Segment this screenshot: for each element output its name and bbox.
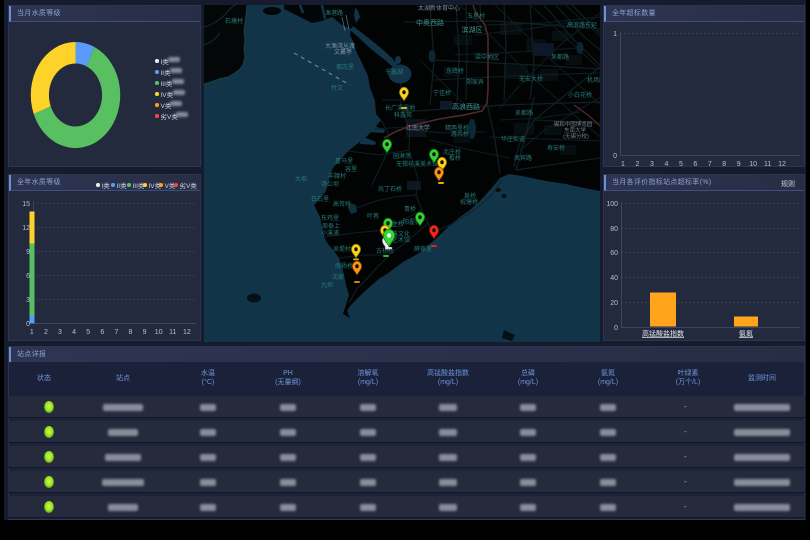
svg-text:高浪路东延: 高浪路东延 bbox=[567, 21, 597, 29]
svg-text:薛家里: 薛家里 bbox=[414, 245, 432, 253]
svg-text:1: 1 bbox=[613, 31, 617, 38]
svg-text:祝塘桥: 祝塘桥 bbox=[460, 198, 478, 206]
svg-text:吴堤村: 吴堤村 bbox=[333, 245, 351, 253]
svg-text:10: 10 bbox=[155, 329, 163, 336]
svg-text:11: 11 bbox=[169, 329, 176, 336]
svg-text:氨氮: 氨氮 bbox=[739, 329, 753, 338]
svg-text:尚丁石桥: 尚丁石桥 bbox=[378, 185, 402, 193]
svg-text:园淋荡: 园淋荡 bbox=[393, 152, 411, 160]
svg-text:6: 6 bbox=[100, 329, 104, 336]
svg-text:竹文: 竹文 bbox=[331, 84, 343, 92]
svg-text:凤宾路: 凤宾路 bbox=[514, 154, 532, 162]
svg-text:8: 8 bbox=[722, 161, 726, 167]
svg-text:3: 3 bbox=[650, 161, 654, 167]
svg-text:太湖新体育中心: 太湖新体育中心 bbox=[418, 5, 460, 12]
svg-text:渔港路: 渔港路 bbox=[325, 9, 343, 17]
svg-text:锡和中国博览园: 锡和中国博览园 bbox=[554, 120, 593, 128]
svg-text:白石里: 白石里 bbox=[311, 195, 329, 203]
svg-text:高苛岭: 高苛岭 bbox=[333, 200, 351, 208]
svg-text:3: 3 bbox=[58, 329, 62, 336]
svg-text:4: 4 bbox=[664, 161, 668, 167]
svg-text:12: 12 bbox=[22, 225, 30, 232]
svg-text:吴都路: 吴都路 bbox=[515, 109, 533, 117]
svg-text:20: 20 bbox=[610, 300, 618, 307]
svg-text:2: 2 bbox=[636, 161, 640, 167]
svg-text:大渔湾丛渡: 大渔湾丛渡 bbox=[325, 42, 355, 50]
svg-text:东鸡里: 东鸡里 bbox=[321, 214, 339, 222]
svg-text:40: 40 bbox=[610, 275, 618, 282]
svg-text:9: 9 bbox=[737, 161, 741, 167]
svg-text:长广溪湿地: 长广溪湿地 bbox=[385, 104, 415, 112]
svg-text:4: 4 bbox=[72, 329, 76, 336]
svg-text:滨湖区: 滨湖区 bbox=[462, 25, 483, 34]
svg-text:无安大桥: 无安大桥 bbox=[519, 75, 543, 83]
svg-text:0: 0 bbox=[613, 153, 617, 160]
svg-text:宁佳桥: 宁佳桥 bbox=[433, 89, 451, 97]
svg-text:叶巷: 叶巷 bbox=[367, 212, 379, 220]
svg-text:高锰酸盐指数: 高锰酸盐指数 bbox=[642, 329, 684, 338]
svg-text:江南大学: 江南大学 bbox=[406, 124, 430, 132]
svg-text:5: 5 bbox=[679, 161, 683, 167]
svg-text:3: 3 bbox=[26, 297, 30, 304]
svg-text:寿安桥: 寿安桥 bbox=[547, 144, 565, 152]
svg-text:中奥西路: 中奥西路 bbox=[416, 18, 444, 27]
svg-text:12: 12 bbox=[778, 161, 786, 167]
svg-text:石塘村: 石塘村 bbox=[225, 17, 243, 25]
svg-text:2: 2 bbox=[44, 329, 48, 336]
svg-text:羊腰村: 羊腰村 bbox=[328, 172, 346, 180]
svg-text:7: 7 bbox=[114, 329, 118, 336]
svg-text:12: 12 bbox=[183, 329, 191, 336]
svg-text:重马里: 重马里 bbox=[335, 157, 353, 165]
svg-text:郑家弄: 郑家弄 bbox=[466, 78, 484, 86]
svg-text:6: 6 bbox=[693, 161, 697, 167]
svg-text:9: 9 bbox=[26, 249, 30, 256]
svg-text:千鑫湖: 千鑫湖 bbox=[385, 68, 403, 76]
svg-text:6: 6 bbox=[26, 273, 30, 280]
svg-text:北庄桥: 北庄桥 bbox=[443, 148, 461, 156]
svg-text:机场路: 机场路 bbox=[587, 76, 600, 84]
svg-text:10: 10 bbox=[749, 161, 757, 167]
svg-text:1: 1 bbox=[30, 329, 34, 336]
svg-text:0: 0 bbox=[26, 321, 30, 328]
svg-text:惠兵桥: 惠兵桥 bbox=[451, 130, 469, 138]
svg-text:小溪浦: 小溪浦 bbox=[321, 229, 339, 237]
svg-text:无锡桂溪美术馆: 无锡桂溪美术馆 bbox=[396, 160, 438, 168]
svg-text:7: 7 bbox=[708, 161, 712, 167]
svg-text:容里: 容里 bbox=[345, 165, 357, 173]
svg-text:泉桥: 泉桥 bbox=[464, 192, 476, 200]
svg-text:15: 15 bbox=[22, 201, 30, 208]
svg-text:汤公坝: 汤公坝 bbox=[321, 180, 339, 188]
svg-text:科鑫苑: 科鑫苑 bbox=[394, 111, 412, 119]
svg-text:精两里桥: 精两里桥 bbox=[445, 124, 469, 132]
svg-text:东南大学: 东南大学 bbox=[564, 126, 587, 134]
svg-text:8: 8 bbox=[129, 329, 133, 336]
svg-text:佃志里: 佃志里 bbox=[336, 63, 354, 71]
svg-text:南杨桥: 南杨桥 bbox=[335, 262, 353, 270]
svg-text:华庄街道: 华庄街道 bbox=[501, 135, 525, 143]
svg-text:11: 11 bbox=[764, 161, 771, 167]
svg-text:小白花桥: 小白花桥 bbox=[568, 91, 592, 99]
svg-text:吴都路: 吴都路 bbox=[551, 53, 569, 61]
svg-text:9: 9 bbox=[143, 329, 147, 336]
svg-text:60: 60 bbox=[610, 250, 618, 257]
svg-text:板桥: 板桥 bbox=[449, 154, 461, 162]
svg-text:青桥: 青桥 bbox=[404, 205, 416, 213]
svg-text:(无锡分校): (无锡分校) bbox=[563, 132, 589, 140]
svg-text:1: 1 bbox=[621, 161, 625, 167]
svg-text:高浪西路: 高浪西路 bbox=[452, 102, 480, 111]
svg-text:梁中地区: 梁中地区 bbox=[475, 53, 499, 61]
svg-text:80: 80 bbox=[610, 226, 618, 233]
svg-text:100: 100 bbox=[606, 201, 618, 208]
svg-text:0: 0 bbox=[614, 325, 618, 332]
svg-text:文襄亭: 文襄亭 bbox=[334, 48, 352, 56]
svg-text:周泰上: 周泰上 bbox=[322, 222, 340, 230]
svg-text:九坝: 九坝 bbox=[321, 281, 333, 289]
svg-text:东绛桥: 东绛桥 bbox=[446, 67, 464, 75]
svg-text:大坝: 大坝 bbox=[295, 175, 307, 183]
svg-text:5: 5 bbox=[86, 329, 90, 336]
svg-text:五星村: 五星村 bbox=[467, 12, 485, 20]
svg-text:沈家: 沈家 bbox=[332, 273, 344, 281]
